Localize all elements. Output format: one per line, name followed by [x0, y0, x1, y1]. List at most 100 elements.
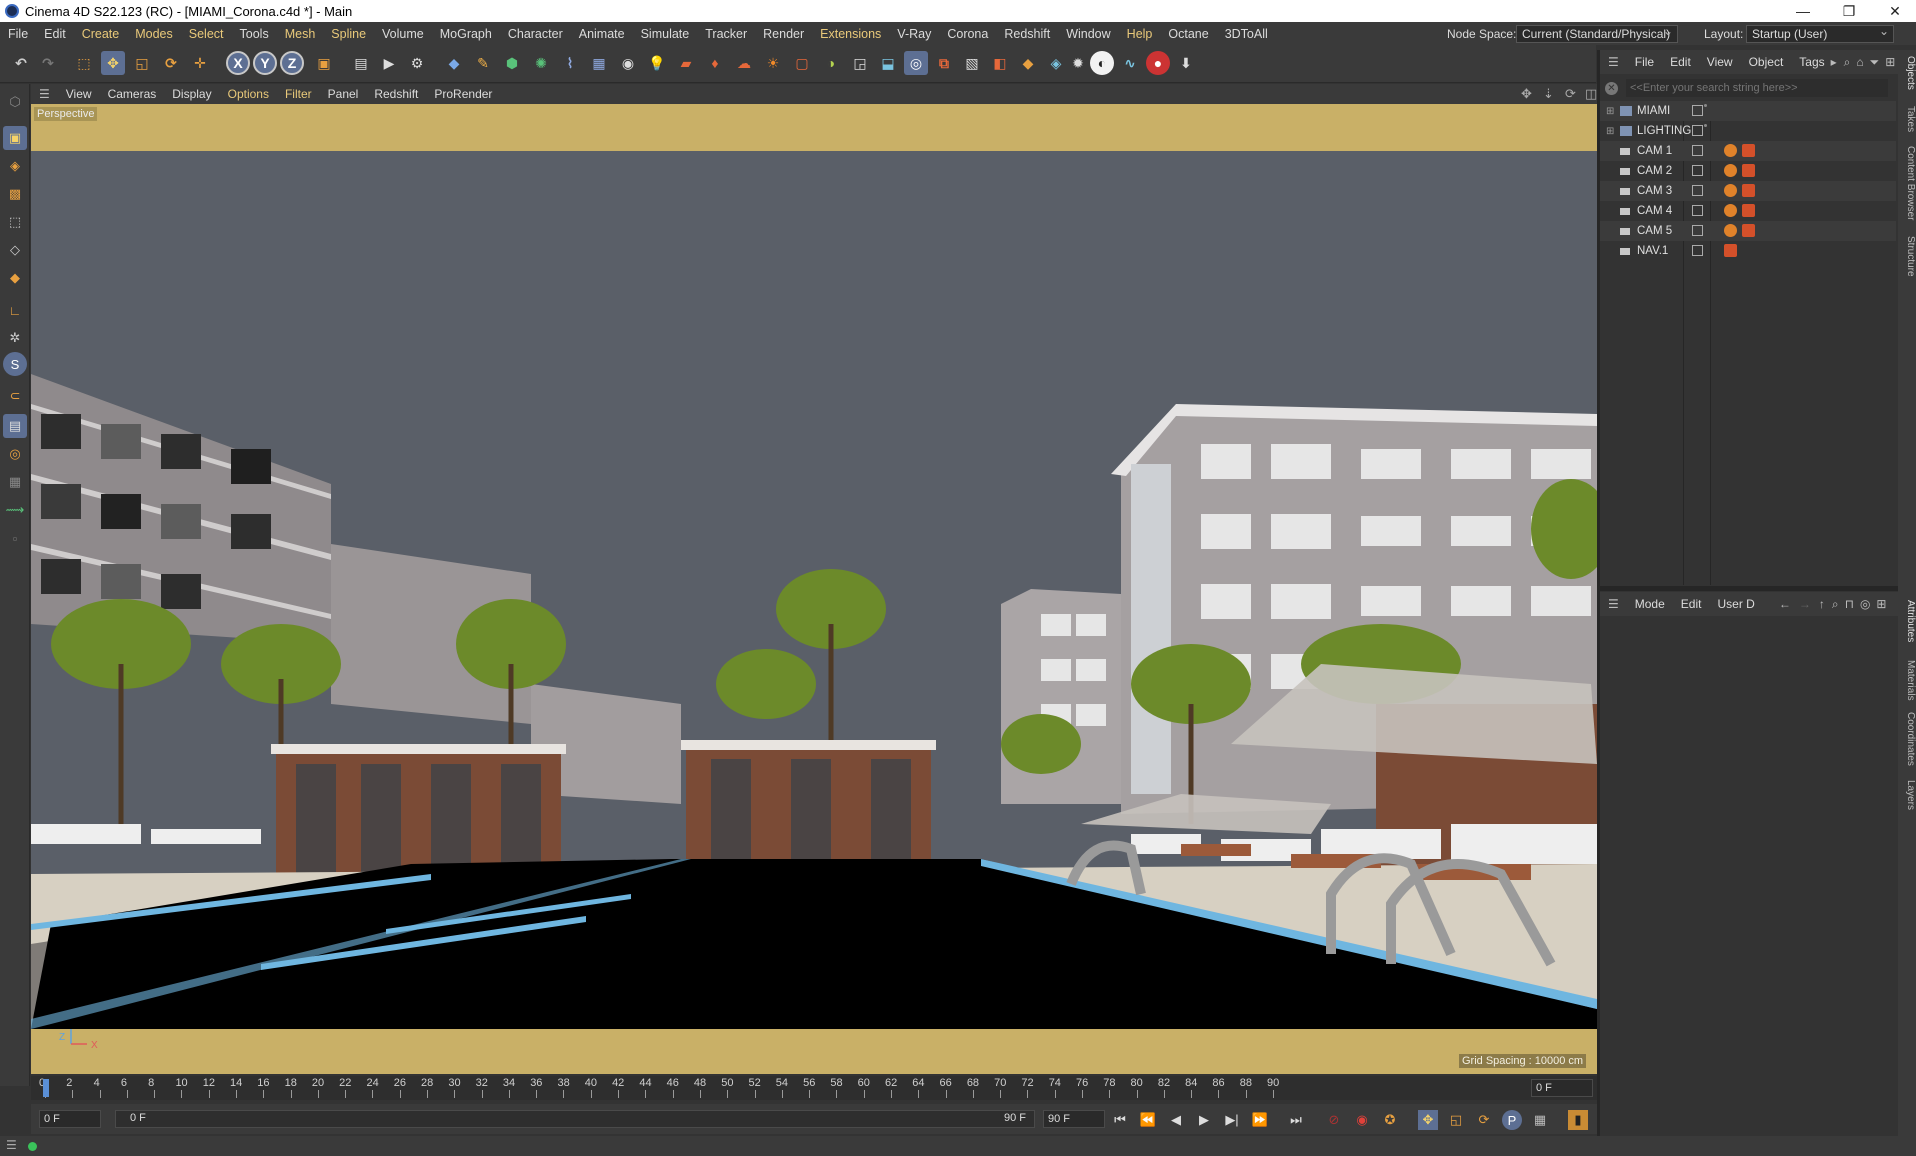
menu-3dtoall[interactable]: 3DToAll	[1217, 27, 1276, 41]
move-tool-icon[interactable]: ✥	[101, 51, 125, 75]
camera-icon[interactable]: ◉	[616, 51, 640, 75]
corona-camera-tag-icon[interactable]	[1742, 164, 1755, 177]
visibility-toggle[interactable]	[1692, 205, 1703, 216]
objects-menu-object[interactable]: Object	[1741, 55, 1792, 69]
previous-frame-icon[interactable]: ◀	[1166, 1110, 1186, 1130]
polygons-mode-icon[interactable]: ◆	[3, 266, 27, 290]
objects-filter-icon[interactable]: ⏷	[1867, 55, 1883, 70]
menu-render[interactable]: Render	[755, 27, 812, 41]
magnet-icon[interactable]: ⊂	[3, 384, 27, 408]
objects-more-icon[interactable]: ▸	[1827, 55, 1841, 69]
go-to-start-icon[interactable]: ⏮	[1110, 1110, 1130, 1130]
editor-visibility-dot[interactable]	[1704, 104, 1707, 107]
grid-icon[interactable]: ▦	[3, 470, 27, 494]
menu-character[interactable]: Character	[500, 27, 571, 41]
viewport-maximize-icon[interactable]: ◫	[1585, 86, 1597, 102]
snapping-icon[interactable]: S	[3, 352, 27, 376]
frame-range-slider[interactable]: 0 F 90 F	[115, 1110, 1035, 1128]
corona-converter-icon[interactable]: ⧉	[932, 51, 956, 75]
menu-help[interactable]: Help	[1119, 27, 1161, 41]
object-row-cam-1[interactable]: CAM 1	[1600, 141, 1896, 161]
protection-tag-icon[interactable]	[1724, 144, 1737, 157]
expand-icon[interactable]: ⊞	[1606, 126, 1614, 137]
rotate-tool-icon[interactable]: ⟳	[159, 51, 183, 75]
render-settings-icon[interactable]: ⚙	[405, 51, 429, 75]
redshift-settings-icon[interactable]: ✹	[1066, 51, 1090, 75]
visibility-toggle[interactable]	[1692, 105, 1703, 116]
node-space-dropdown[interactable]: Current (Standard/Physical)	[1516, 23, 1678, 43]
menu-mograph[interactable]: MoGraph	[432, 27, 500, 41]
tab-structure[interactable]: Structure	[1898, 236, 1916, 277]
visibility-toggle[interactable]	[1692, 145, 1703, 156]
x-axis-lock-button[interactable]: X	[226, 51, 250, 75]
next-frame-icon[interactable]: ▶|	[1222, 1110, 1242, 1130]
viewport-dolly-icon[interactable]: ⇣	[1543, 86, 1554, 102]
key-parameter-icon[interactable]: P	[1502, 1110, 1522, 1130]
render-picture-viewer-icon[interactable]: ▶	[377, 51, 401, 75]
attributes-new-panel-icon[interactable]: ⊞	[1873, 597, 1889, 611]
start-frame-field[interactable]: 0 F	[39, 1110, 101, 1128]
attributes-menu-edit[interactable]: Edit	[1673, 597, 1710, 611]
redshift-light-icon[interactable]: ◈	[1044, 51, 1068, 75]
corona-camera-tag-icon[interactable]	[1742, 144, 1755, 157]
timeline-playhead[interactable]	[43, 1079, 49, 1097]
make-editable-icon[interactable]: ⬡	[3, 90, 27, 114]
editor-visibility-dot[interactable]	[1704, 124, 1707, 127]
edges-mode-icon[interactable]: ◇	[3, 238, 27, 262]
menu-file[interactable]: File	[0, 27, 36, 41]
viewport-menu-redshift[interactable]: Redshift	[366, 87, 426, 101]
visibility-toggle[interactable]	[1692, 225, 1703, 236]
keyframe-selection-icon[interactable]: ✪	[1380, 1110, 1400, 1130]
locked-workplane-icon[interactable]: ◎	[3, 442, 27, 466]
undo-icon[interactable]: ↶	[9, 51, 33, 75]
attributes-menu-user-data[interactable]: User D	[1709, 597, 1762, 611]
previous-key-icon[interactable]: ⏪	[1138, 1110, 1158, 1130]
corona-camera-icon[interactable]: ▰	[674, 51, 698, 75]
objects-search-icon[interactable]: ⌕	[1841, 55, 1854, 70]
corona-light-icon[interactable]: ♦	[703, 51, 727, 75]
corona-camera-tag-icon[interactable]	[1742, 224, 1755, 237]
tab-content-browser[interactable]: Content Browser	[1898, 146, 1916, 220]
menu-tools[interactable]: Tools	[232, 27, 277, 41]
render-view-icon[interactable]: ▤	[349, 51, 373, 75]
floor-icon[interactable]: ▦	[587, 51, 611, 75]
end-frame-field[interactable]: 90 F	[1043, 1110, 1105, 1128]
menu-select[interactable]: Select	[181, 27, 232, 41]
timeline-ruler[interactable]: 0246810121416182022242628303234363840424…	[31, 1076, 1597, 1100]
back-arrow-icon[interactable]: ←	[1775, 597, 1795, 611]
up-arrow-icon[interactable]: ↑	[1815, 597, 1829, 611]
texture-mode-icon[interactable]: ◈	[3, 154, 27, 178]
attributes-menu-mode[interactable]: Mode	[1627, 597, 1673, 611]
key-position-icon[interactable]: ✥	[1418, 1110, 1438, 1130]
layout-dropdown[interactable]: Startup (User)	[1746, 23, 1894, 43]
pen-spline-icon[interactable]: ✎	[471, 51, 495, 75]
go-to-end-icon[interactable]: ⏭	[1286, 1110, 1306, 1130]
deformer-icon[interactable]: ⌇	[558, 51, 582, 75]
clear-search-icon[interactable]: ✕	[1605, 81, 1618, 95]
workplane-icon[interactable]: ▤	[3, 414, 27, 438]
protection-tag-icon[interactable]	[1724, 204, 1737, 217]
render-region-icon[interactable]: ⬓	[876, 51, 900, 75]
tab-objects[interactable]: Objects	[1898, 56, 1916, 90]
corona-camera-tag-icon[interactable]	[1724, 244, 1737, 257]
interactive-render-icon[interactable]: ◲	[848, 51, 872, 75]
menu-spline[interactable]: Spline	[323, 27, 374, 41]
tab-materials[interactable]: Materials	[1898, 660, 1916, 701]
octane-settings-icon[interactable]: ∿	[1118, 51, 1142, 75]
object-row-cam-4[interactable]: CAM 4	[1600, 201, 1896, 221]
octane-live-viewer-icon[interactable]: ◐	[1090, 51, 1114, 75]
attributes-hamburger-icon[interactable]: ☰	[1600, 597, 1627, 611]
object-row-cam-5[interactable]: CAM 5	[1600, 221, 1896, 241]
minimize-button[interactable]: —	[1780, 0, 1826, 22]
key-rotation-icon[interactable]: ⟳	[1474, 1110, 1494, 1130]
menu-volume[interactable]: Volume	[374, 27, 432, 41]
objects-menu-view[interactable]: View	[1699, 55, 1741, 69]
viewport-menu-panel[interactable]: Panel	[320, 87, 367, 101]
key-pla-icon[interactable]: ▦	[1530, 1110, 1550, 1130]
status-menu-icon[interactable]: ☰	[6, 1138, 17, 1152]
enable-axis-icon[interactable]: ∟	[3, 298, 27, 322]
menu-modes[interactable]: Modes	[127, 27, 181, 41]
protection-tag-icon[interactable]	[1724, 164, 1737, 177]
tab-layers[interactable]: Layers	[1898, 780, 1916, 810]
bake-icon[interactable]: ◧	[988, 51, 1012, 75]
